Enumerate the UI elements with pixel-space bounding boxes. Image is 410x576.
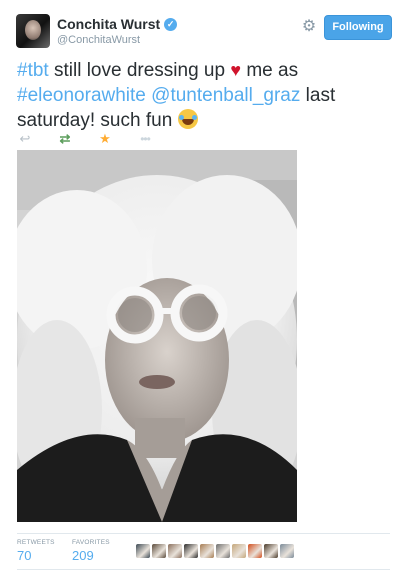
reply-icon[interactable]: ↩ — [17, 131, 33, 147]
tweet-text-part-2: me as — [241, 60, 299, 81]
favoriter-avatar[interactable] — [136, 544, 150, 558]
verified-badge-icon: ✓ — [164, 17, 178, 31]
heart-emoji-icon: ♥ — [230, 60, 242, 80]
display-name[interactable]: Conchita Wurst — [57, 16, 160, 32]
favoriter-avatar[interactable] — [280, 544, 294, 558]
user-handle[interactable]: @ConchitaWurst — [57, 34, 140, 46]
hashtag-tbt[interactable]: #tbt — [17, 60, 49, 81]
mention-tuntenball-graz[interactable]: @tuntenball_graz — [151, 85, 300, 106]
tweet-header: Conchita Wurst ✓ @ConchitaWurst ⚙ Follow… — [0, 0, 410, 56]
favoriter-avatar[interactable] — [232, 544, 246, 558]
following-button[interactable]: Following — [324, 15, 392, 40]
tweet-photo[interactable] — [17, 150, 297, 522]
favorites-label: FAVORITES — [72, 539, 110, 546]
favoriter-avatar[interactable] — [152, 544, 166, 558]
tweet-stats: RETWEETS 70 FAVORITES 209 — [17, 539, 390, 569]
retweet-icon[interactable]: ⇄ — [57, 131, 73, 147]
favoriter-avatar[interactable] — [168, 544, 182, 558]
favoriter-avatar[interactable] — [216, 544, 230, 558]
retweets-label: RETWEETS — [17, 539, 55, 546]
favoriter-avatars — [136, 544, 294, 558]
tweet-text: #tbt still love dressing up ♥ me as #ele… — [17, 58, 397, 133]
retweets-count: 70 — [17, 548, 32, 563]
favoriter-avatar[interactable] — [248, 544, 262, 558]
retweets-stat[interactable]: RETWEETS 70 — [17, 539, 55, 563]
tears-of-joy-emoji-icon — [177, 109, 198, 129]
favorites-count: 209 — [72, 548, 94, 563]
photo-illustration — [17, 150, 297, 522]
stats-top-divider — [17, 533, 390, 534]
favoriter-avatar[interactable] — [200, 544, 214, 558]
favoriter-avatar[interactable] — [184, 544, 198, 558]
hashtag-eleonorawhite[interactable]: #eleonorawhite — [17, 85, 146, 106]
tweet-text-part-1: still love dressing up — [48, 60, 231, 81]
more-options-icon[interactable]: ••• — [137, 132, 153, 146]
favorite-star-icon[interactable]: ★ — [97, 131, 113, 147]
tweet-actions: ↩ ⇄ ★ ••• — [17, 131, 153, 147]
profile-avatar[interactable] — [16, 14, 50, 48]
name-row: Conchita Wurst ✓ — [57, 16, 178, 32]
favoriter-avatar[interactable] — [264, 544, 278, 558]
stats-bottom-divider — [17, 569, 390, 570]
favorites-stat[interactable]: FAVORITES 209 — [72, 539, 110, 563]
gear-icon[interactable]: ⚙ — [300, 18, 318, 36]
